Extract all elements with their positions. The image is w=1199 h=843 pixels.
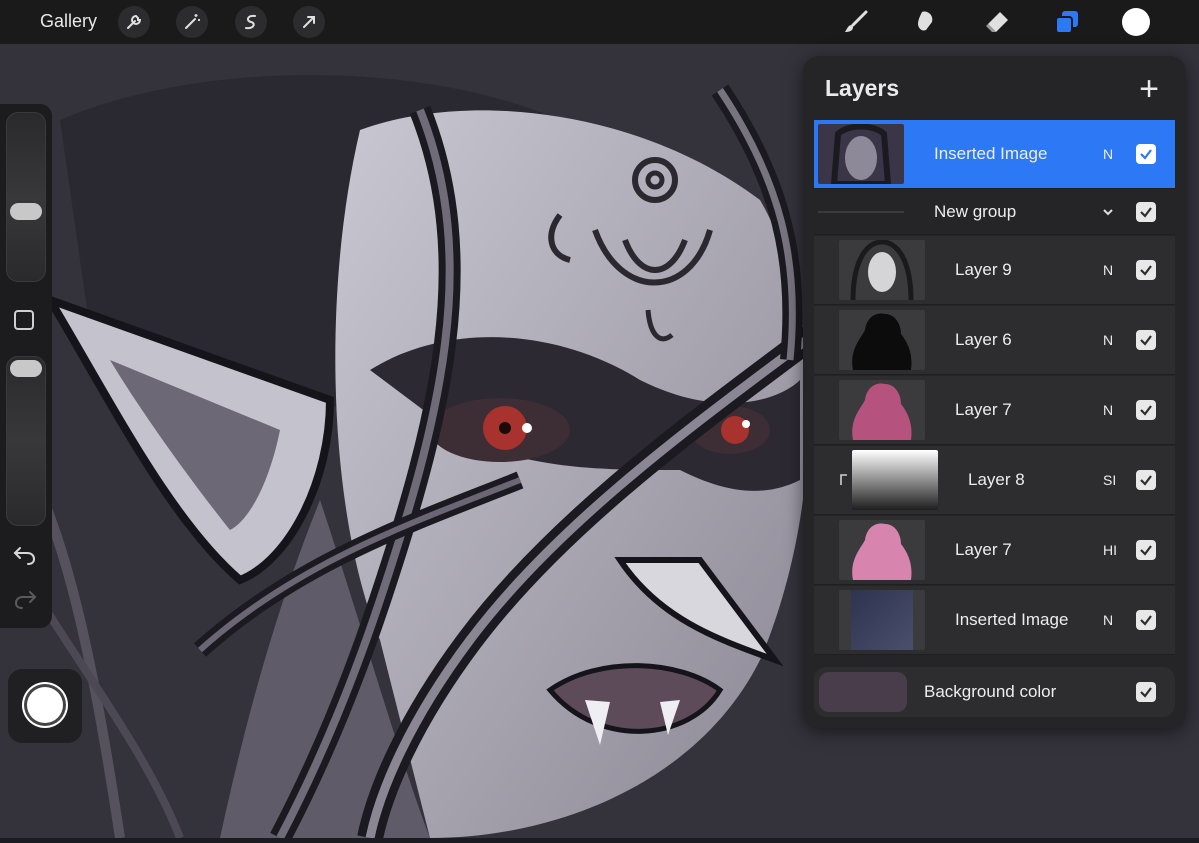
brush-icon: [845, 10, 868, 32]
background-color-swatch[interactable]: [819, 672, 907, 712]
visibility-checkbox[interactable]: [1136, 682, 1156, 702]
brush-button[interactable]: [840, 6, 872, 38]
layers-button[interactable]: [1051, 6, 1083, 38]
visibility-checkbox[interactable]: [1136, 540, 1156, 560]
smudge-icon: [918, 11, 933, 31]
adjustments-button[interactable]: [176, 6, 208, 38]
eraser-button[interactable]: [981, 6, 1013, 38]
layer-thumbnail: [839, 310, 925, 370]
blend-mode-button[interactable]: N: [1103, 612, 1113, 628]
layer-row[interactable]: Layer 6 N: [814, 306, 1175, 375]
undo-icon: [13, 547, 36, 565]
brush-size-slider[interactable]: [6, 112, 46, 282]
layer-row[interactable]: Layer 7 N: [814, 376, 1175, 445]
quickmenu-button[interactable]: [8, 669, 82, 743]
actions-button[interactable]: [118, 6, 150, 38]
layer-thumbnail: [839, 240, 925, 300]
transform-button[interactable]: [293, 6, 325, 38]
undo-button[interactable]: [12, 544, 38, 571]
background-color-row[interactable]: Background color: [814, 667, 1175, 717]
layer-name: Layer 9: [955, 260, 1012, 279]
selection-button[interactable]: [235, 6, 267, 38]
left-sidebar: [0, 104, 52, 628]
layers-icon: [1055, 11, 1078, 34]
magic-wand-icon: [185, 14, 200, 29]
brush-size-knob[interactable]: [10, 203, 42, 220]
layer-row[interactable]: Layer 7 HI: [814, 516, 1175, 585]
record-circle-icon: [27, 687, 63, 723]
layer-row[interactable]: Layer 9 N: [814, 236, 1175, 305]
layer-row[interactable]: Inserted Image N: [814, 120, 1175, 189]
visibility-checkbox[interactable]: [1136, 610, 1156, 630]
wrench-icon: [127, 14, 142, 29]
checkmark-icon: [1140, 405, 1152, 416]
layers-panel: Layers + Inserted Image N New group Laye…: [803, 56, 1186, 728]
transform-arrow-icon: [303, 16, 315, 28]
visibility-checkbox[interactable]: [1136, 470, 1156, 490]
checkmark-icon: [1140, 687, 1152, 698]
add-layer-button[interactable]: +: [1134, 72, 1164, 106]
layer-thumbnail: [839, 590, 925, 650]
checkmark-icon: [1140, 475, 1152, 486]
checkmark-icon: [1140, 265, 1152, 276]
eraser-icon: [986, 12, 1008, 32]
layer-thumbnail: [839, 520, 925, 580]
group-name: New group: [934, 202, 1017, 221]
blend-mode-button[interactable]: N: [1103, 402, 1113, 418]
blend-mode-button[interactable]: HI: [1103, 542, 1117, 558]
top-toolbar: Gallery: [0, 0, 1199, 44]
blend-mode-button[interactable]: N: [1103, 146, 1113, 162]
visibility-checkbox[interactable]: [1136, 400, 1156, 420]
checkmark-icon: [1140, 615, 1152, 626]
checkmark-icon: [1140, 207, 1152, 218]
blend-mode-button[interactable]: SI: [1103, 472, 1116, 488]
color-picker-button[interactable]: [1122, 8, 1150, 36]
layer-row[interactable]: Inserted Image N: [814, 586, 1175, 655]
layer-row[interactable]: Layer 8 SI: [814, 446, 1175, 515]
layer-name: Inserted Image: [934, 144, 1048, 163]
layers-title: Layers: [825, 75, 900, 101]
clipping-mask-icon: [840, 474, 847, 485]
layer-thumbnail: [852, 450, 938, 510]
gallery-button[interactable]: Gallery: [40, 11, 97, 32]
layer-thumbnail: [839, 380, 925, 440]
layer-name: Layer 8: [968, 470, 1025, 489]
modify-button[interactable]: [14, 310, 34, 330]
layer-name: Layer 7: [955, 540, 1012, 559]
group-divider: [818, 211, 904, 213]
background-color-label: Background color: [924, 682, 1057, 701]
opacity-knob[interactable]: [10, 360, 42, 377]
blend-mode-button[interactable]: N: [1103, 262, 1113, 278]
checkmark-icon: [1140, 149, 1152, 160]
visibility-checkbox[interactable]: [1136, 260, 1156, 280]
layer-group-row[interactable]: New group: [814, 189, 1175, 235]
visibility-checkbox[interactable]: [1136, 330, 1156, 350]
layer-name: Layer 6: [955, 330, 1012, 349]
redo-icon: [14, 591, 37, 609]
visibility-checkbox[interactable]: [1136, 202, 1156, 222]
smudge-button[interactable]: [910, 6, 942, 38]
redo-button[interactable]: [12, 588, 38, 615]
layer-name: Layer 7: [955, 400, 1012, 419]
checkmark-icon: [1140, 335, 1152, 346]
layer-name: Inserted Image: [955, 610, 1069, 629]
selection-icon: [245, 14, 256, 30]
visibility-checkbox[interactable]: [1136, 144, 1156, 164]
checkmark-icon: [1140, 545, 1152, 556]
blend-mode-button[interactable]: N: [1103, 332, 1113, 348]
layer-thumbnail: [818, 124, 904, 184]
chevron-down-icon[interactable]: [1101, 205, 1115, 219]
opacity-slider[interactable]: [6, 356, 46, 526]
